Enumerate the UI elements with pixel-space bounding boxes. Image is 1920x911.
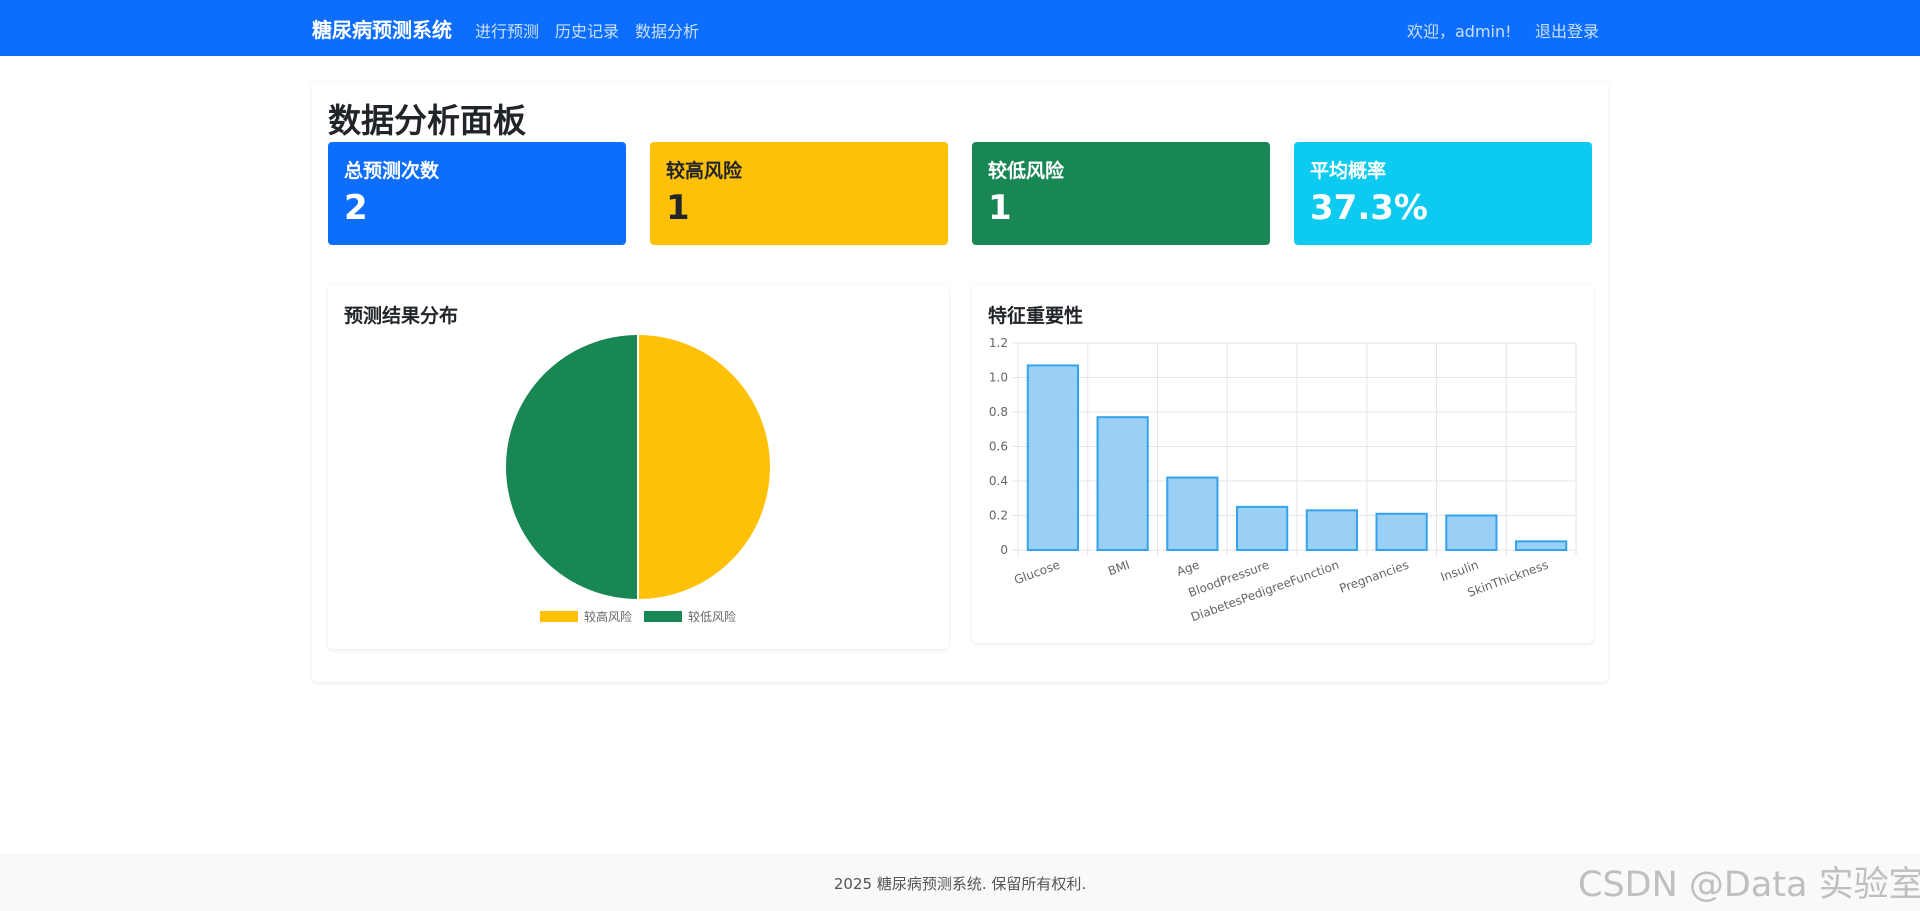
bar[interactable] [1236, 505, 1289, 551]
welcome-text: 欢迎，admin! [1407, 22, 1512, 41]
bar[interactable] [1026, 364, 1079, 551]
y-tick-label: 0 [1000, 543, 1008, 557]
bar-chart: 00.20.40.60.81.01.2Glucose BMI AgeBloodPre… [989, 336, 1577, 624]
stat-label: 较低风险 [988, 160, 1065, 182]
watermark: CSDN @Data 实验室 [1578, 865, 1920, 905]
stat-label: 平均概率 [1310, 160, 1387, 182]
x-tick-label: Age [1175, 558, 1202, 579]
bar[interactable] [1445, 514, 1498, 551]
stat-card-total: 总预测次数 2 [328, 142, 626, 245]
page-title: 数据分析面板 [328, 101, 526, 140]
pie-chart: 较高风险 较低风险 [504, 332, 772, 624]
bar[interactable] [1096, 416, 1149, 551]
stat-label: 较高风险 [666, 160, 743, 182]
legend-label[interactable]: 较高风险 [584, 609, 632, 624]
y-tick-label: 0.6 [989, 440, 1008, 454]
x-tick-label: SkinThickness [1466, 558, 1551, 600]
stat-card-high-risk: 较高风险 1 [650, 142, 948, 245]
stat-value: 1 [988, 188, 1012, 228]
legend-label[interactable]: 较低风险 [688, 609, 736, 624]
logout-link[interactable]: 退出登录 [1535, 18, 1599, 42]
nav-link-history[interactable]: 历史记录 [555, 18, 619, 42]
x-tick-label: Insulin [1439, 558, 1481, 585]
stat-value: 37.3% [1310, 188, 1428, 228]
y-tick-label: 0.2 [989, 509, 1008, 523]
y-tick-label: 1.0 [989, 371, 1008, 385]
stat-card-low-risk: 较低风险 1 [972, 142, 1270, 245]
pie-slice[interactable] [637, 332, 772, 602]
stat-label: 总预测次数 [344, 160, 440, 182]
bar[interactable] [1375, 512, 1428, 551]
pie-slice[interactable] [504, 332, 639, 602]
bar[interactable] [1515, 540, 1568, 551]
x-tick-label: BMI [1106, 558, 1132, 579]
x-tick-label: Pregnancies [1337, 558, 1410, 596]
y-tick-label: 0.8 [989, 405, 1008, 419]
x-tick-label: Glucose [1012, 558, 1062, 588]
stat-value: 1 [666, 188, 690, 228]
nav-link-analysis[interactable]: 数据分析 [635, 18, 699, 42]
brand-logo-text[interactable]: 糖尿病预测系统 [312, 14, 452, 43]
legend-swatch [644, 611, 682, 622]
bar-chart-card: 特征重要性 0 0.2 0.4 0.6 0.8 1.0 1.2 Glucose BMI Age Bl… [972, 285, 1593, 643]
stat-card-average-probability: 平均概率 37.3% [1294, 142, 1592, 245]
bar[interactable] [1305, 509, 1358, 551]
y-tick-label: 1.2 [989, 336, 1008, 350]
navbar: 糖尿病预测系统 进行预测 历史记录 数据分析 欢迎，admin! 退出登录 [0, 0, 1920, 56]
stat-value: 2 [344, 188, 368, 228]
y-tick-label: 0.4 [989, 474, 1008, 488]
nav-link-predict[interactable]: 进行预测 [475, 18, 539, 42]
legend-swatch [540, 611, 578, 622]
pie-chart-card: 预测结果分布 较高风险 较低风险 [328, 285, 949, 649]
bar[interactable] [1166, 476, 1219, 551]
